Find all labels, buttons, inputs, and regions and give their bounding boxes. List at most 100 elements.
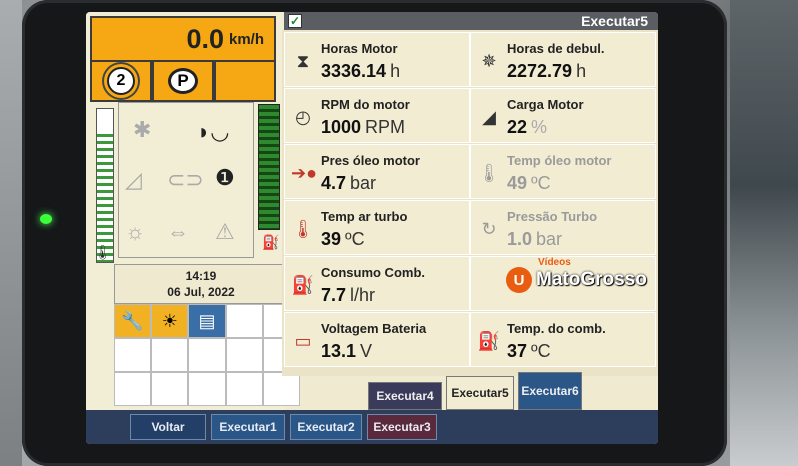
param-label: Horas Motor — [321, 41, 398, 56]
parameters-panel: ⧗ Horas Motor 3336.14 h ✵ Horas de debul.… — [282, 30, 658, 376]
speed-unit: km/h — [228, 30, 264, 48]
param-consumo-comb[interactable]: ⛽ Consumo Comb. 7.7 l/hr — [284, 256, 470, 311]
temperature-small-icon: 🌡 — [94, 244, 112, 260]
param-label: Carga Motor — [507, 97, 584, 112]
tool-slot[interactable] — [114, 372, 152, 406]
param-pressao-turbo[interactable]: ↻ Pressão Turbo 1.0 bar — [470, 200, 656, 255]
param-label: Horas de debul. — [507, 41, 605, 56]
window-title: Executar5 — [581, 13, 648, 29]
power-led — [40, 214, 52, 224]
param-label: RPM do motor — [321, 97, 410, 112]
param-value: 2272.79 h — [507, 61, 587, 81]
tab-executar3[interactable]: Executar3 — [367, 414, 437, 440]
param-value: 37 ºC — [507, 341, 551, 361]
param-value: 39 ºC — [321, 229, 365, 249]
work-lights-icon: ☼ — [125, 219, 146, 244]
thresher-rotor-icon: ✵ — [481, 51, 497, 71]
title-bar: ✓ Executar5 — [284, 12, 658, 30]
param-label: Consumo Comb. — [321, 265, 425, 280]
tool-slot[interactable] — [225, 372, 263, 406]
param-value: 22% — [507, 117, 548, 137]
fuel-temperature-icon: ⛽ — [477, 331, 501, 351]
tool-slot[interactable] — [114, 338, 152, 372]
speed-value: 0.0 — [186, 23, 224, 54]
tab-executar4[interactable]: Executar4 — [368, 382, 442, 410]
function-status-grid: ✱ ◗◡ ◿ ⊂⊃ ❶ ☼ ⇔ ⚠ — [118, 102, 254, 258]
grain-tank-icon: ◗◡ — [197, 119, 230, 144]
gear-cell: 2 — [90, 62, 152, 102]
param-temp-ar-turbo[interactable]: 🌡 Temp ar turbo 39 ºC — [284, 200, 470, 255]
tool-slot[interactable] — [188, 372, 226, 406]
oil-pressure-icon: ➔● — [291, 163, 317, 183]
fuel-consumption-icon: ⛽ — [291, 275, 315, 295]
wrench-icon[interactable]: 🔧 — [114, 304, 152, 338]
reel-1-icon: ❶ — [215, 165, 235, 190]
speed-readout: 0.0 km/h — [90, 16, 276, 62]
tab-executar2[interactable]: Executar2 — [290, 414, 362, 440]
tab-executar1[interactable]: Executar1 — [211, 414, 285, 440]
param-value: 49 ºC — [507, 173, 551, 193]
parking-brake-icon: P — [168, 68, 198, 94]
park-cell: P — [152, 62, 214, 102]
turbo-air-temperature-icon: 🌡 — [291, 219, 315, 239]
clock: 14:19 06 Jul, 2022 — [114, 264, 288, 304]
param-temp-oleo[interactable]: 🌡 Temp óleo motor 49 ºC — [470, 144, 656, 199]
param-voltagem-bateria[interactable]: ▭ Voltagem Bateria 13.1 V — [284, 312, 470, 367]
empty-status-cell — [214, 62, 276, 102]
param-label: Pres óleo motor — [321, 153, 420, 168]
clock-time: 14:19 — [185, 269, 217, 283]
settings-book-icon[interactable]: ▤ — [188, 304, 226, 338]
param-label: Temp. do comb. — [507, 321, 606, 336]
param-value: 3336.14 h — [321, 61, 401, 81]
fuel-small-icon: ⛽ — [262, 234, 280, 250]
tool-slot[interactable] — [151, 372, 189, 406]
param-label: Pressão Turbo — [507, 209, 598, 224]
param-horas-debul[interactable]: ✵ Horas de debul. 2272.79 h — [470, 32, 656, 87]
param-label: Temp ar turbo — [321, 209, 408, 224]
param-temp-comb[interactable]: ⛽ Temp. do comb. 37 ºC — [470, 312, 656, 367]
hourglass-icon: ⧗ — [296, 51, 310, 71]
watermark: U Vídeos MatoGrosso — [506, 257, 647, 293]
gear-badge: 2 — [107, 67, 135, 95]
header-tilt-icon: ◿ — [125, 167, 142, 192]
engine-load-icon: ◢ — [482, 107, 496, 127]
watermark-text: MatoGrosso — [536, 269, 647, 290]
turbo-pressure-icon: ↻ — [481, 219, 497, 239]
watermark-sub: Vídeos — [538, 257, 571, 268]
tab-executar6[interactable]: Executar6 — [518, 372, 582, 410]
tool-slot[interactable] — [225, 338, 263, 372]
background-right — [730, 0, 798, 466]
tool-grid: 🔧 ☀ ▤ — [114, 304, 300, 406]
engine-rpm-icon: ◴ — [295, 107, 311, 127]
background-left — [0, 0, 22, 466]
bottom-nav-bar: Voltar Executar1 Executar2 Executar3 — [86, 410, 658, 444]
fan-icon: ✱ — [133, 117, 152, 142]
tool-slot[interactable] — [151, 338, 189, 372]
left-level-gauge — [96, 108, 114, 263]
param-value: 13.1 V — [321, 341, 373, 361]
belt-icon: ⊂⊃ — [167, 167, 204, 192]
tool-slot[interactable] — [225, 304, 263, 338]
gear-row: 2 P — [90, 62, 276, 102]
param-value: 7.7 l/hr — [321, 285, 376, 305]
param-label: Voltagem Bateria — [321, 321, 427, 336]
light-toggle-icon[interactable]: ☀ — [151, 304, 189, 338]
param-rpm-motor[interactable]: ◴ RPM do motor 1000 RPM — [284, 88, 470, 143]
left-status-panel: 0.0 km/h 2 P ✱ ◗◡ ◿ ⊂⊃ ❶ ☼ ⇔ ⚠ 🌡 ⛽ 14:19… — [86, 12, 300, 410]
watermark-logo-icon: U — [506, 267, 532, 293]
tab-executar5[interactable]: Executar5 — [446, 376, 514, 410]
tool-slot[interactable] — [188, 338, 226, 372]
beacon-icon: ⚠ — [215, 219, 235, 244]
upper-tab-row: Executar4 Executar5 Executar6 — [282, 372, 658, 410]
checkmark-icon[interactable]: ✓ — [288, 14, 302, 28]
battery-icon: ▭ — [294, 331, 312, 351]
param-label: Temp óleo motor — [507, 153, 612, 168]
clock-date: 06 Jul, 2022 — [167, 285, 235, 299]
param-pres-oleo[interactable]: ➔● Pres óleo motor 4.7 bar — [284, 144, 470, 199]
display-screen: 0.0 km/h 2 P ✱ ◗◡ ◿ ⊂⊃ ❶ ☼ ⇔ ⚠ 🌡 ⛽ 14:19… — [86, 12, 658, 444]
param-value: 4.7 bar — [321, 173, 377, 193]
back-button[interactable]: Voltar — [130, 414, 206, 440]
param-horas-motor[interactable]: ⧗ Horas Motor 3336.14 h — [284, 32, 470, 87]
param-carga-motor[interactable]: ◢ Carga Motor 22% — [470, 88, 656, 143]
oil-temperature-icon: 🌡 — [477, 163, 501, 183]
